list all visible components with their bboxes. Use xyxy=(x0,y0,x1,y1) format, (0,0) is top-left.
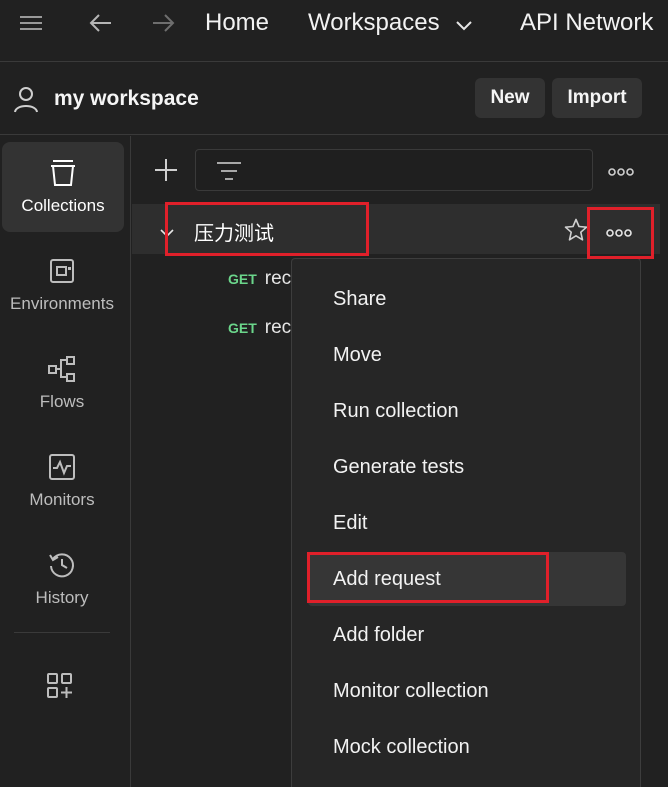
search-input[interactable] xyxy=(195,149,593,191)
star-icon[interactable] xyxy=(564,218,588,247)
rail-item-collections[interactable]: Collections xyxy=(2,142,124,232)
highlight-add-request xyxy=(307,552,549,603)
collection-context-menu: Share Move Run collection Generate tests… xyxy=(291,258,641,787)
import-button[interactable]: Import xyxy=(552,78,642,118)
menu-item-monitor-collection[interactable]: Monitor collection xyxy=(308,664,626,718)
environments-icon xyxy=(47,256,77,286)
workspaces-label: Workspaces xyxy=(308,9,440,36)
rail-label-history: History xyxy=(35,588,89,607)
api-network-link[interactable]: API Network xyxy=(520,8,653,38)
rail-label-monitors: Monitors xyxy=(29,490,95,509)
hamburger-icon[interactable] xyxy=(16,8,46,38)
rail-label-flows: Flows xyxy=(39,392,85,411)
user-icon xyxy=(12,85,40,118)
rail-item-environments[interactable]: Environments xyxy=(0,240,124,330)
workspaces-menu[interactable]: Workspaces xyxy=(308,8,472,39)
collections-icon xyxy=(48,158,78,188)
home-link[interactable]: Home xyxy=(205,8,269,38)
filter-icon[interactable] xyxy=(216,160,242,187)
sidebar-toolbar xyxy=(132,136,668,202)
flows-icon xyxy=(47,354,77,384)
history-icon xyxy=(47,550,77,580)
menu-item-add-folder[interactable]: Add folder xyxy=(308,608,626,662)
rail-label-environments: Environments xyxy=(10,294,114,313)
menu-item-generate-tests[interactable]: Generate tests xyxy=(308,440,626,494)
rail-item-flows[interactable]: Flows xyxy=(0,338,124,428)
request-name: rec xyxy=(264,317,292,338)
menu-item-edit[interactable]: Edit xyxy=(308,496,626,550)
workspace-header: my workspace New Import xyxy=(0,63,668,135)
method-badge: GET xyxy=(228,320,257,336)
rail-label-collections: Collections xyxy=(21,196,105,215)
method-badge: GET xyxy=(228,271,257,287)
plus-icon[interactable] xyxy=(154,158,178,187)
rail-divider xyxy=(14,632,110,633)
arrow-left-icon[interactable] xyxy=(86,8,116,38)
new-button[interactable]: New xyxy=(475,78,545,118)
arrow-right-icon[interactable] xyxy=(148,8,178,38)
configure-workbench-icon[interactable] xyxy=(46,672,74,705)
rail-item-history[interactable]: History xyxy=(0,534,124,624)
top-bar: Home Workspaces API Network xyxy=(0,0,668,62)
workspace-name[interactable]: my workspace xyxy=(54,87,199,111)
left-rail: Collections Environments Flows Monitors … xyxy=(0,136,131,787)
menu-item-run-collection[interactable]: Run collection xyxy=(308,384,626,438)
menu-item-mock-collection[interactable]: Mock collection xyxy=(308,720,626,774)
menu-item-share[interactable]: Share xyxy=(308,272,626,326)
app-window: Home Workspaces API Network my workspace… xyxy=(0,0,668,787)
rail-item-monitors[interactable]: Monitors xyxy=(0,436,124,526)
request-name: rec xyxy=(264,268,292,289)
highlight-more-button xyxy=(587,207,654,259)
menu-item-move[interactable]: Move xyxy=(308,328,626,382)
highlight-collection-name xyxy=(165,202,369,256)
more-options-icon[interactable] xyxy=(608,164,634,182)
chevron-down-icon xyxy=(456,9,472,39)
monitors-icon xyxy=(47,452,77,482)
request-item[interactable]: GET rec xyxy=(228,315,291,341)
request-item[interactable]: GET rec xyxy=(228,266,291,292)
